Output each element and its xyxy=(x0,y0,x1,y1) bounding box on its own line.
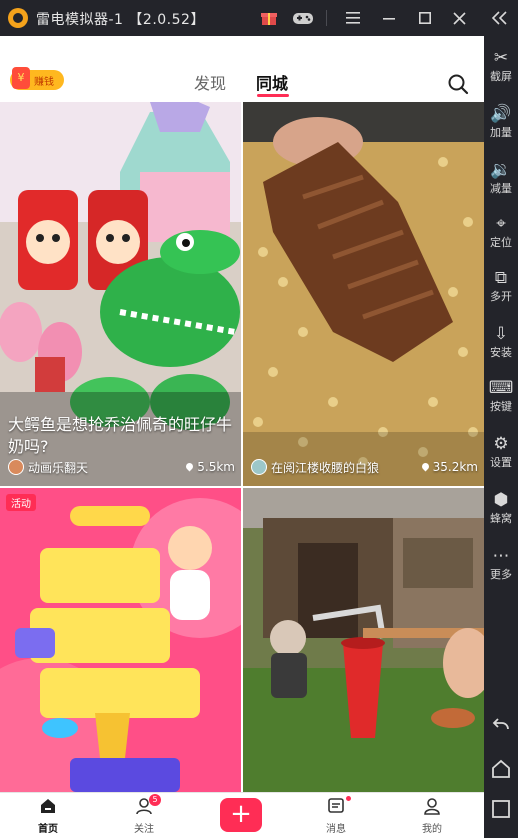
nav-home-label: 首页 xyxy=(38,824,58,835)
video-card[interactable] xyxy=(243,488,484,792)
avatar xyxy=(8,459,24,475)
volume-down-button[interactable]: 🔉 减量 xyxy=(484,158,518,196)
more-button[interactable]: ⋯ 更多 xyxy=(484,544,518,582)
window-title: 雷电模拟器-1 【2.0.52】 xyxy=(36,12,205,28)
video-title: 大鳄鱼是想抢乔治佩奇的旺仔牛奶吗? xyxy=(8,415,233,456)
avatar xyxy=(251,459,267,475)
bottom-navigation: 首页 5 关注 + 消息 我的 xyxy=(0,792,484,838)
apk-install-icon: ⇩ xyxy=(493,324,509,344)
maximize-icon[interactable] xyxy=(412,6,438,30)
app-top-bar: ¥ 赚钱 发现 同城 xyxy=(0,36,484,102)
video-author[interactable]: 在阅江楼收腰的白狼 xyxy=(251,458,379,476)
minimize-icon[interactable] xyxy=(376,6,402,30)
pin-icon xyxy=(420,461,431,472)
follow-count-badge: 5 xyxy=(149,794,161,806)
nav-profile[interactable]: 我的 xyxy=(402,793,462,838)
emulator-side-toolbar: ✂ 截屏 🔊 加量 🔉 减量 ⌖ 定位 ⧉ 多开 ⇩ 安装 ⌨ 按键 ⚙ 设置 … xyxy=(484,36,518,838)
volume-up-label: 加量 xyxy=(490,126,512,139)
settings-button[interactable]: ⚙ 设置 xyxy=(484,432,518,470)
double-chevron-left-icon[interactable] xyxy=(486,6,512,30)
video-card[interactable]: 在阅江楼收腰的白狼 35.2km xyxy=(243,102,484,486)
message-icon xyxy=(328,798,344,813)
phone-screen: ¥ 赚钱 发现 同城 大鳄鱼是想抢乔治佩奇的旺仔牛奶吗? 动画乐翻天 5.5km… xyxy=(0,36,484,838)
install-apk-button[interactable]: ⇩ 安装 xyxy=(484,322,518,360)
author-name: 在阅江楼收腰的白狼 xyxy=(271,460,380,475)
earn-money-label: 赚钱 xyxy=(34,77,54,88)
emulator-logo-icon xyxy=(8,8,28,28)
location-label: 定位 xyxy=(490,236,512,249)
nav-follow-label: 关注 xyxy=(134,824,154,835)
keymap-button[interactable]: ⌨ 按键 xyxy=(484,376,518,414)
menu-icon[interactable] xyxy=(340,6,366,30)
scissors-icon: ✂ xyxy=(493,48,509,68)
gift-icon[interactable] xyxy=(256,6,282,30)
video-card[interactable]: 活动 xyxy=(0,488,241,792)
video-card[interactable]: 大鳄鱼是想抢乔治佩奇的旺仔牛奶吗? 动画乐翻天 5.5km xyxy=(0,102,241,486)
distance-label: 35.2km xyxy=(420,460,478,474)
volume-up-button[interactable]: 🔊 加量 xyxy=(484,102,518,140)
gear-icon: ⚙ xyxy=(493,434,509,454)
install-apk-label: 安装 xyxy=(490,346,512,359)
title-divider xyxy=(326,10,327,26)
author-name: 动画乐翻天 xyxy=(28,460,89,475)
pin-icon xyxy=(184,461,195,472)
red-envelope-icon: ¥ xyxy=(12,67,30,89)
location-button[interactable]: ⌖ 定位 xyxy=(484,212,518,250)
active-tab-indicator xyxy=(257,94,289,97)
tab-nearby[interactable]: 同城 xyxy=(256,70,288,94)
volume-down-label: 减量 xyxy=(490,182,512,195)
distance-value: 35.2km xyxy=(432,460,478,474)
screenshot-label: 截屏 xyxy=(490,70,512,83)
nav-messages-label: 消息 xyxy=(326,824,346,835)
tab-discover[interactable]: 发现 xyxy=(194,70,226,94)
home-icon[interactable] xyxy=(490,758,512,780)
video-author[interactable]: 动画乐翻天 xyxy=(8,458,88,476)
beehive-label: 蜂窝 xyxy=(490,512,512,525)
gamepad-icon[interactable] xyxy=(290,6,316,30)
volume-down-icon: 🔉 xyxy=(490,160,512,180)
multi-instance-label: 多开 xyxy=(490,290,512,303)
home-icon xyxy=(41,799,55,813)
beehive-icon: ⬢ xyxy=(493,490,509,510)
nav-messages[interactable]: 消息 xyxy=(306,793,366,838)
distance-value: 5.5km xyxy=(197,460,235,474)
more-icon: ⋯ xyxy=(492,546,510,566)
plus-icon: + xyxy=(230,799,252,829)
nav-profile-label: 我的 xyxy=(422,824,442,835)
distance-label: 5.5km xyxy=(184,460,235,474)
nav-home[interactable]: 首页 xyxy=(18,793,78,838)
unread-dot xyxy=(346,796,351,801)
back-icon[interactable] xyxy=(490,716,512,738)
profile-icon xyxy=(424,798,440,815)
video-thumbnail xyxy=(243,102,484,486)
activity-tag: 活动 xyxy=(6,494,36,511)
earn-money-button[interactable]: ¥ 赚钱 xyxy=(10,67,64,90)
video-thumbnail xyxy=(243,488,484,792)
nav-follow[interactable]: 5 关注 xyxy=(114,793,174,838)
create-video-button[interactable]: + xyxy=(220,798,262,832)
promo-artwork xyxy=(0,488,241,792)
settings-label: 设置 xyxy=(490,456,512,469)
search-icon[interactable] xyxy=(446,72,470,96)
keyboard-icon: ⌨ xyxy=(488,378,514,398)
keymap-label: 按键 xyxy=(490,400,512,413)
more-label: 更多 xyxy=(490,568,512,581)
location-icon: ⌖ xyxy=(496,214,506,234)
volume-up-icon: 🔊 xyxy=(490,104,512,124)
screenshot-button[interactable]: ✂ 截屏 xyxy=(484,46,518,84)
multi-instance-button[interactable]: ⧉ 多开 xyxy=(484,266,518,304)
beehive-button[interactable]: ⬢ 蜂窝 xyxy=(484,488,518,526)
close-icon[interactable] xyxy=(446,6,472,30)
multi-window-icon: ⧉ xyxy=(494,268,508,288)
emulator-title-bar: 雷电模拟器-1 【2.0.52】 xyxy=(0,0,518,36)
recents-icon[interactable] xyxy=(490,798,512,820)
